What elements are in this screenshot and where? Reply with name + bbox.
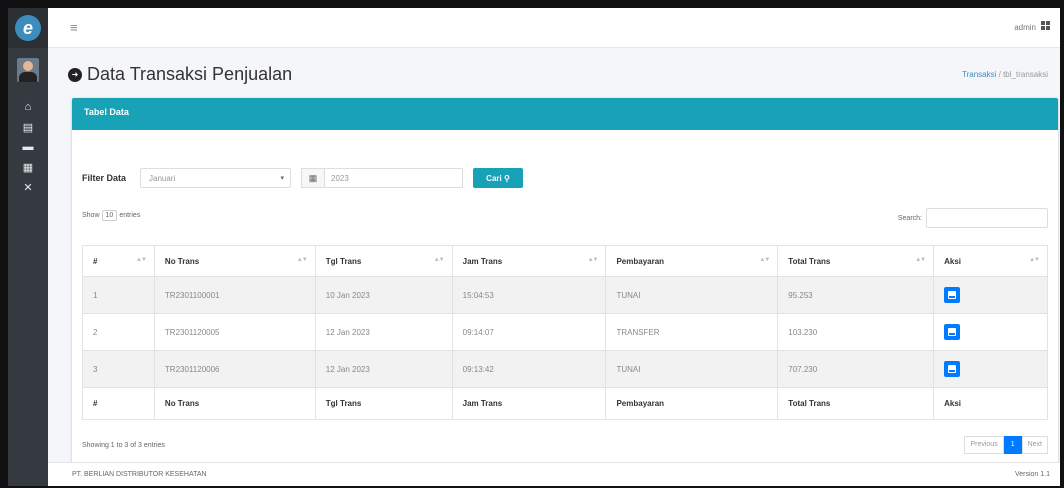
search-icon: ⚲ (501, 173, 510, 183)
page-title: Data Transaksi Penjualan (87, 64, 293, 84)
table-cell: TUNAI (605, 350, 779, 388)
card-header: Tabel Data (72, 98, 1058, 130)
table-cell: TR2301120005 (153, 313, 316, 351)
table-cell: 95.253 (777, 276, 935, 314)
entries-select[interactable]: 10 (101, 210, 118, 221)
content-wrapper: ➜ Data Transaksi Penjualan Transaksi / t… (48, 48, 1060, 486)
table-cell: 15:04:53 (451, 276, 607, 314)
column-header[interactable]: Pembayaran ▲▼ (605, 245, 779, 277)
table-row: 1 TR2301100001 10 Jan 2023 15:04:53 TUNA… (82, 276, 1048, 314)
company-name: PT. BERLIAN DISTRIBUTOR KESEHATAN (72, 471, 207, 478)
column-footer: Tgl Trans (314, 387, 453, 420)
print-icon[interactable] (944, 324, 961, 340)
print-icon[interactable] (944, 361, 961, 377)
book-icon[interactable]: ▤ (8, 117, 48, 137)
filter-label: Filter Data (82, 173, 127, 183)
table-header-row: # ▲▼ No Trans ▲▼ Tgl Trans ▲▼ Jam Trans ▲▼ P… (82, 245, 1048, 277)
action-cell (933, 350, 1048, 388)
show-label: Show (82, 212, 100, 219)
next-page-button[interactable]: Next (1021, 436, 1048, 454)
length-control: Show 10 entries (82, 210, 140, 221)
table-cell: TR2301100001 (153, 276, 316, 314)
column-header[interactable]: Aksi ▲▼ (933, 245, 1048, 277)
table-cell: 1 (82, 276, 155, 314)
table-cell: 12 Jan 2023 (314, 350, 453, 388)
table-cell: 10 Jan 2023 (314, 276, 453, 314)
table-cell: TUNAI (605, 276, 779, 314)
column-header[interactable]: No Trans ▲▼ (153, 245, 316, 277)
table-cell: 09:13:42 (451, 350, 607, 388)
menu-toggle-icon[interactable]: ≡ (70, 20, 78, 35)
column-footer: No Trans (153, 387, 316, 420)
top-navbar: ≡ admin (48, 8, 1060, 48)
action-cell (933, 276, 1048, 314)
tools-icon[interactable]: ✕ (8, 177, 48, 197)
print-icon[interactable] (944, 287, 961, 303)
table-search-label: Search: (897, 214, 922, 222)
sidebar: e ⌂ ▤ ▬ ▦ ✕ (8, 8, 48, 486)
page-header: ➜ Data Transaksi Penjualan (68, 64, 292, 85)
sidebar-nav: ⌂ ▤ ▬ ▦ ✕ (8, 97, 48, 197)
year-input-group: ▦ 2023 (301, 168, 463, 188)
table-cell: 2 (82, 313, 155, 351)
apps-grid-icon[interactable] (1041, 21, 1050, 30)
column-header[interactable]: Tgl Trans ▲▼ (314, 245, 453, 277)
table-search-input[interactable] (926, 208, 1048, 228)
calendar-icon[interactable]: ▦ (301, 168, 325, 188)
search-button-label: Cari (486, 173, 502, 183)
breadcrumb: Transaksi / tbl_transaksi (962, 70, 1048, 79)
table-row: 2 TR2301120005 12 Jan 2023 09:14:07 TRAN… (82, 313, 1048, 351)
version-label: Version 1.1 (1014, 471, 1050, 478)
action-cell (933, 313, 1048, 351)
breadcrumb-separator: / (998, 70, 1001, 79)
table-footer-row: # No Trans Tgl Trans Jam Trans Pembayara… (82, 387, 1048, 420)
table-search-control: Search: (898, 208, 1048, 228)
pagination: Previous 1 Next (964, 436, 1048, 454)
column-header[interactable]: # ▲▼ (82, 245, 155, 277)
table-cell: 103.230 (777, 313, 935, 351)
user-menu[interactable]: admin (1014, 23, 1036, 32)
logo-icon: e (15, 15, 41, 41)
search-button[interactable]: Cari ⚲ (473, 168, 523, 188)
entries-label: entries (119, 212, 141, 219)
brand-logo[interactable]: e (8, 8, 48, 48)
filter-row: Filter Data Januari ▾ ▦ 2023 Cari ⚲ (82, 168, 523, 188)
breadcrumb-current: tbl_transaksi (1003, 70, 1048, 79)
table-cell: 09:14:07 (451, 313, 607, 351)
table-info: Showing 1 to 3 of 3 entries (82, 442, 165, 449)
page-1-button[interactable]: 1 (1003, 436, 1022, 454)
app-window: e ⌂ ▤ ▬ ▦ ✕ ≡ admin ➜ Data Transaksi Pen… (8, 8, 1060, 486)
table-cell: 707.230 (777, 350, 935, 388)
breadcrumb-link[interactable]: Transaksi (962, 70, 996, 79)
transactions-table: # ▲▼ No Trans ▲▼ Tgl Trans ▲▼ Jam Trans ▲▼ P… (82, 245, 1048, 420)
column-footer: # (82, 387, 155, 420)
column-footer: Pembayaran (605, 387, 779, 420)
table-cell: 12 Jan 2023 (314, 313, 453, 351)
month-value: Januari (149, 174, 176, 183)
table-row: 3 TR2301120006 12 Jan 2023 09:13:42 TUNA… (82, 350, 1048, 388)
column-footer: Total Trans (777, 387, 935, 420)
column-header[interactable]: Total Trans ▲▼ (777, 245, 935, 277)
data-card: Tabel Data Filter Data Januari ▾ ▦ 2023 … (72, 98, 1058, 466)
arrow-circle-right-icon: ➜ (68, 67, 82, 82)
calculator-icon[interactable]: ▦ (8, 157, 48, 177)
home-icon[interactable]: ⌂ (8, 97, 48, 117)
column-footer: Aksi (933, 387, 1048, 420)
year-input[interactable]: 2023 (325, 168, 463, 188)
previous-page-button[interactable]: Previous (964, 436, 1004, 454)
column-footer: Jam Trans (451, 387, 607, 420)
table-cell: TR2301120006 (153, 350, 316, 388)
month-select[interactable]: Januari ▾ (140, 168, 291, 188)
page-footer: PT. BERLIAN DISTRIBUTOR KESEHATAN Versio… (48, 462, 1060, 486)
column-header[interactable]: Jam Trans ▲▼ (451, 245, 607, 277)
user-avatar[interactable] (17, 58, 39, 82)
wallet-icon[interactable]: ▬ (8, 137, 48, 157)
table-cell: 3 (82, 350, 155, 388)
table-cell: TRANSFER (605, 313, 779, 351)
select-caret-icon: ▾ (280, 175, 284, 182)
